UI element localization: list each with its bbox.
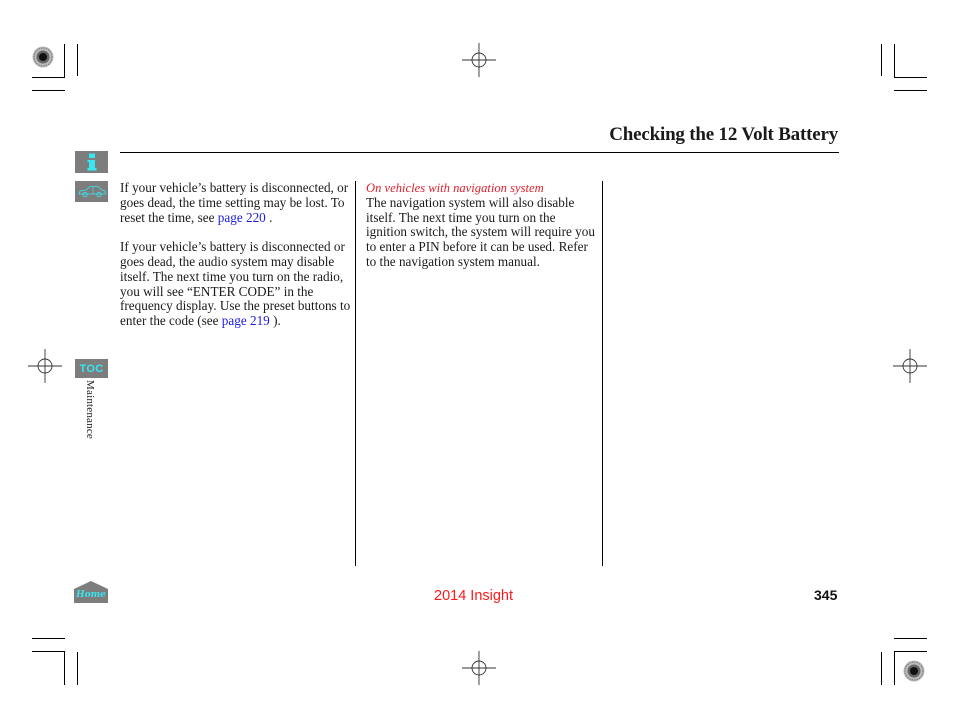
crop-mark [64, 651, 66, 685]
navigation-paragraph: The navigation system will also disable … [366, 194, 595, 269]
crop-mark [64, 44, 66, 78]
paragraph-text: ). [269, 313, 281, 329]
toc-label: TOC [79, 362, 104, 375]
info-icon [87, 153, 96, 171]
crop-mark [881, 652, 883, 685]
crop-mark [894, 77, 927, 79]
registration-crosshair-icon [462, 43, 496, 77]
registration-crosshair-icon [28, 349, 62, 383]
toc-button[interactable]: TOC [75, 359, 108, 378]
middle-column: On vehicles with navigation system The n… [366, 181, 598, 270]
crop-mark [77, 44, 79, 76]
registration-crosshair-icon [462, 651, 496, 685]
vehicle-icon [77, 185, 106, 197]
column-divider [355, 181, 356, 566]
crop-mark [32, 77, 65, 79]
crop-mark [894, 44, 896, 78]
paragraph-text: . [265, 209, 273, 225]
header-divider [120, 152, 839, 154]
crop-mark [32, 638, 65, 640]
page-number: 345 [814, 587, 838, 603]
crop-mark [881, 44, 883, 76]
crop-mark [894, 638, 927, 640]
crop-mark [32, 651, 65, 653]
clock-reset-paragraph: If your vehicle’s battery is disconnecte… [120, 180, 354, 225]
page-220-link[interactable]: page 220 [218, 210, 266, 225]
color-target-icon [903, 660, 925, 682]
audio-code-paragraph: If your vehicle’s battery is disconnecte… [120, 239, 354, 329]
vehicle-index-button[interactable] [75, 181, 108, 202]
home-label: Home [75, 590, 106, 600]
model-name: 2014 Insight [434, 588, 514, 604]
color-target-icon [32, 46, 54, 68]
registration-crosshair-icon [893, 349, 927, 383]
home-icon: Home [74, 581, 108, 603]
condition-note: On vehicles with navigation system [366, 181, 544, 195]
crop-mark [77, 652, 79, 685]
section-label: Maintenance [84, 380, 96, 440]
left-column: If your vehicle’s battery is disconnecte… [120, 180, 354, 329]
crop-mark [894, 651, 927, 653]
crop-mark [32, 90, 65, 92]
home-button[interactable]: Home [74, 581, 108, 603]
crop-mark [894, 651, 896, 685]
column-divider [602, 181, 603, 566]
page-title: Checking the 12 Volt Battery [609, 124, 838, 145]
info-button[interactable] [75, 151, 108, 173]
crop-mark [894, 90, 927, 92]
page-219-link[interactable]: page 219 [222, 313, 270, 328]
